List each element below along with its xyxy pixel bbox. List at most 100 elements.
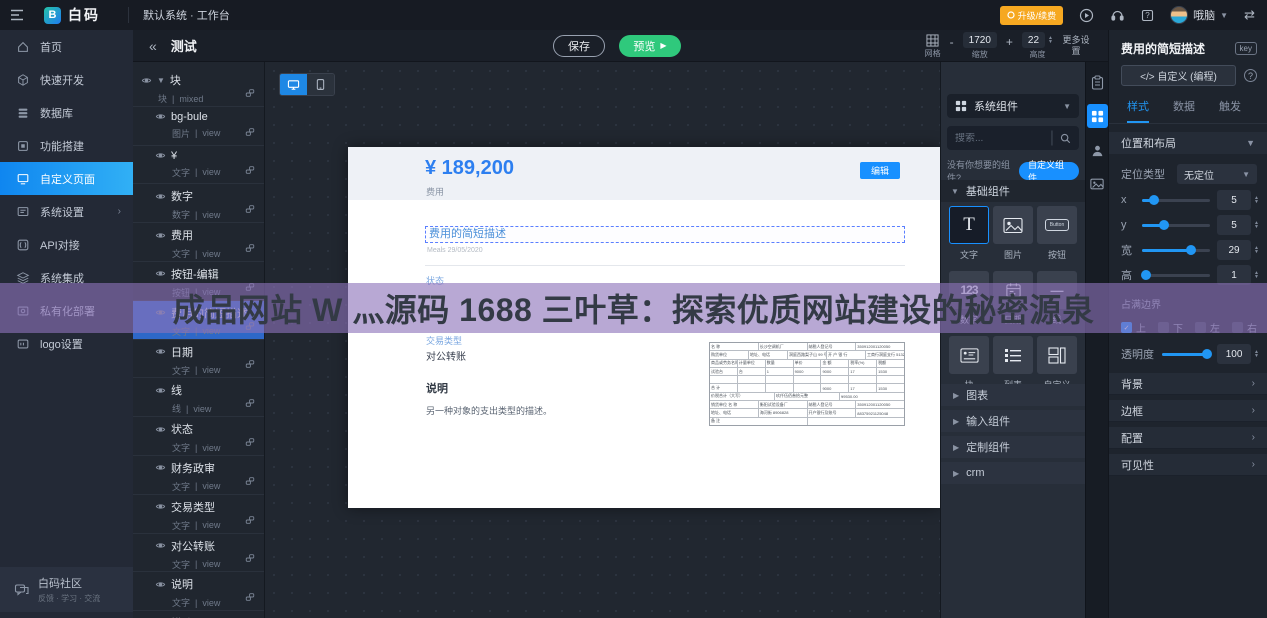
height-slider[interactable] (1142, 274, 1210, 277)
layer-row[interactable]: ▼ 费用的简短描述 文字 | view (133, 301, 264, 340)
save-button[interactable]: 保存 (553, 35, 605, 57)
layer-row[interactable]: ▼ 交易类型 文字 | view (133, 495, 264, 534)
component-panel-header[interactable]: 系统组件 ▼ (947, 94, 1079, 118)
more-settings-button[interactable]: 更多设置 (1062, 35, 1090, 57)
layer-row[interactable]: ▼ 对公转账 文字 | view (133, 534, 264, 573)
zoom-value[interactable]: 1720 (963, 32, 997, 48)
community-link[interactable]: 白码社区 反馈 · 学习 · 交流 (0, 567, 133, 612)
accordion-section[interactable]: 可见性 › (1109, 454, 1267, 476)
width-slider[interactable] (1142, 249, 1210, 252)
edit-button[interactable]: 编辑 (860, 162, 900, 179)
upgrade-badge[interactable]: 升级/续费 (1000, 6, 1064, 25)
opacity-value[interactable]: 100 (1217, 344, 1251, 364)
tab-data[interactable]: 数据 (1173, 98, 1195, 123)
outline-clipboard-icon[interactable] (1087, 70, 1108, 94)
back-button[interactable]: « (149, 38, 157, 54)
link-icon[interactable] (245, 592, 255, 602)
search-input[interactable] (955, 133, 1050, 144)
components-tab-icon[interactable] (1087, 104, 1108, 128)
x-value[interactable]: 5 (1217, 190, 1251, 210)
caret-icon[interactable]: ▼ (157, 76, 165, 85)
custom-code-button[interactable]: </> 自定义 (编程) (1121, 65, 1236, 86)
component-tile-block[interactable]: 块 (949, 336, 989, 391)
eye-icon[interactable] (155, 462, 166, 473)
eye-icon[interactable] (155, 501, 166, 512)
sidebar-item-home[interactable]: 首页 (0, 30, 133, 63)
layer-row[interactable]: ▼ bg-bule 图片 | view (133, 107, 264, 146)
component-tile-list[interactable]: 列表 (993, 336, 1033, 391)
tab-style[interactable]: 样式 (1127, 98, 1149, 123)
person-icon[interactable] (1087, 138, 1108, 162)
key-badge[interactable]: key (1235, 42, 1257, 55)
layer-row[interactable]: ▼ 线 线 | view (133, 378, 264, 417)
layer-row[interactable]: ▼ 财务政审 文字 | view (133, 456, 264, 495)
support-headset-icon[interactable] (1110, 8, 1125, 23)
layer-row[interactable]: ▼ 块 块 | mixed (133, 68, 264, 107)
height-spinner[interactable]: ▲▼ (1048, 36, 1053, 44)
x-spinner[interactable]: ▲▼ (1254, 196, 1259, 204)
preview-button[interactable]: 预览▶ (619, 35, 681, 57)
invoice-table[interactable]: 名 称长沙空调机厂纳税人登记号350912001120050购货单位地址、电话洞… (709, 342, 905, 426)
width-value[interactable]: 29 (1217, 240, 1251, 260)
width-spinner[interactable]: ▲▼ (1254, 246, 1259, 254)
layer-row[interactable]: ▼ 按钮-编辑 按钮 | view (133, 262, 264, 301)
accordion-section[interactable]: 背景 › (1109, 373, 1267, 395)
link-icon[interactable] (245, 476, 255, 486)
custom-component-button[interactable]: 自定义组件 (1019, 162, 1079, 180)
sidebar-item-integration[interactable]: 系统集成 (0, 261, 133, 294)
fill-left-checkbox[interactable]: 左 (1195, 320, 1220, 335)
eye-icon[interactable] (155, 307, 166, 318)
y-value[interactable]: 5 (1217, 215, 1251, 235)
height-value[interactable]: 22 (1022, 32, 1045, 48)
sidebar-item-api[interactable]: API对接 (0, 228, 133, 261)
mobile-view-button[interactable] (307, 74, 334, 95)
y-spinner[interactable]: ▲▼ (1254, 221, 1259, 229)
eye-icon[interactable] (141, 75, 152, 86)
layer-row[interactable]: ▼ 说明 文字 | view (133, 572, 264, 611)
layer-row[interactable]: ▼ 费用 文字 | view (133, 223, 264, 262)
selected-text-element[interactable]: 费用的简短描述 (425, 226, 905, 243)
link-icon[interactable] (245, 321, 255, 331)
eye-icon[interactable] (155, 424, 166, 435)
link-icon[interactable] (245, 437, 255, 447)
link-icon[interactable] (245, 165, 255, 175)
canvas-area[interactable]: ¥ 189,200 费用 编辑 费用的简短描述 Meals 29/05/2020… (265, 62, 940, 618)
link-icon[interactable] (245, 204, 255, 214)
sidebar-item-system-settings[interactable]: 系统设置 › (0, 195, 133, 228)
media-icon[interactable] (1087, 172, 1108, 196)
sidebar-item-function-build[interactable]: 功能搭建 (0, 129, 133, 162)
eye-icon[interactable] (155, 230, 166, 241)
sidebar-item-database[interactable]: 数据库 (0, 96, 133, 129)
accordion-section[interactable]: 配置 › (1109, 427, 1267, 449)
eye-icon[interactable] (155, 579, 166, 590)
tab-trigger[interactable]: 触发 (1219, 98, 1241, 123)
user-menu[interactable]: 哦脑 ▼ (1170, 6, 1228, 24)
play-video-icon[interactable] (1079, 8, 1094, 23)
help-manual-icon[interactable]: ? (1141, 9, 1154, 22)
eye-icon[interactable] (155, 268, 166, 279)
position-type-select[interactable]: 无定位▼ (1177, 164, 1257, 184)
search-icon[interactable] (1060, 133, 1071, 144)
link-icon[interactable] (245, 282, 255, 292)
layer-row[interactable]: ▼ ¥ 文字 | view (133, 146, 264, 185)
layer-row[interactable]: ▼ 数字 数字 | view (133, 184, 264, 223)
field-type-label[interactable]: 交易类型 (426, 334, 462, 347)
amount-label[interactable]: 费用 (426, 185, 444, 198)
eye-icon[interactable] (155, 346, 166, 357)
field-status-label[interactable]: 状态 (426, 274, 444, 287)
sidebar-item-logo-settings[interactable]: logo设置 (0, 327, 133, 360)
link-icon[interactable] (245, 359, 255, 369)
element-height-value[interactable]: 1 (1217, 265, 1251, 285)
x-slider[interactable] (1142, 199, 1210, 202)
grid-toggle[interactable]: 网格 (925, 34, 941, 59)
component-section-row[interactable]: ▶ 输入组件 (941, 410, 1086, 432)
field-type-value[interactable]: 对公转账 (426, 348, 466, 363)
accordion-section[interactable]: 边框 › (1109, 400, 1267, 422)
eye-icon[interactable] (155, 540, 166, 551)
layout-switch-icon[interactable]: ⇄ (1244, 7, 1255, 23)
desktop-view-button[interactable] (280, 74, 307, 95)
element-height-spinner[interactable]: ▲▼ (1254, 271, 1259, 279)
link-icon[interactable] (245, 553, 255, 563)
component-tile-text[interactable]: T文字 (949, 206, 989, 261)
component-section-row[interactable]: ▶ 图表 (941, 384, 1086, 406)
